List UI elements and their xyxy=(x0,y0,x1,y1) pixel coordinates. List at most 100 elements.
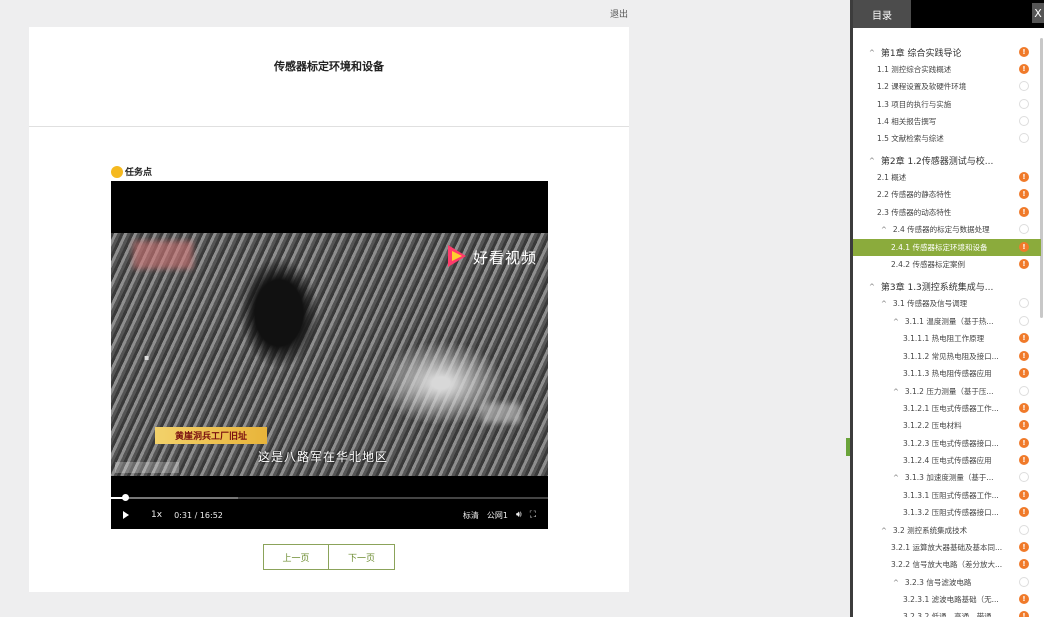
collapse-caret-icon[interactable]: ^ xyxy=(869,157,875,165)
toc-item[interactable]: 1.1 测控综合实践概述 xyxy=(877,61,1041,78)
play-icon[interactable] xyxy=(123,511,129,519)
toc-item-label: 3.1.3 加速度测量（基于... xyxy=(904,473,994,482)
tab-toc[interactable]: 目录 xyxy=(853,0,911,28)
prev-page-button[interactable]: 上一页 xyxy=(263,544,329,570)
toc-item-label: 3.1.1.1 热电阻工作原理 xyxy=(903,334,985,343)
toc-item[interactable]: 1.2 课程设置及软硬件环境 xyxy=(877,78,1041,95)
progress-buffered xyxy=(111,497,238,499)
video-player[interactable]: ▪ 好看视频 黄崖洞兵工厂旧址 这是八路军在华北地区 1x 0:31 / 16:… xyxy=(111,181,548,529)
collapse-caret-icon[interactable]: ^ xyxy=(881,300,887,308)
toc-item[interactable]: 1.4 相关报告撰写 xyxy=(877,113,1041,130)
toc-item-label: 3.1.2.1 压电式传感器工作... xyxy=(903,404,999,413)
collapse-caret-icon[interactable]: ^ xyxy=(869,283,875,291)
status-circle-icon xyxy=(1019,472,1029,482)
task-pending-icon: ! xyxy=(1019,559,1029,569)
location-caption: 黄崖洞兵工厂旧址 xyxy=(155,427,268,444)
current-time: 0:31 xyxy=(174,510,193,520)
toc-section[interactable]: ^ 3.1 传感器及信号调理 xyxy=(881,295,1041,312)
next-page-button[interactable]: 下一页 xyxy=(329,544,395,570)
video-logo-text: 好看视频 xyxy=(473,249,538,267)
task-pending-icon: ! xyxy=(1019,207,1029,217)
status-circle-icon xyxy=(1019,577,1029,587)
toc-item[interactable]: 2.1 概述 xyxy=(877,169,1041,186)
duration: 16:52 xyxy=(199,510,223,520)
toc-item-label: 3.1.3.2 压阻式传感器接口... xyxy=(903,508,999,517)
task-pending-icon: ! xyxy=(1019,490,1029,500)
toc-item[interactable]: 2.2 传感器的静态特性 xyxy=(877,186,1041,203)
toc-chapter[interactable]: ^ 第2章 1.2传感器测试与校... xyxy=(869,152,1041,169)
toc-item-label: 第3章 1.3测控系统集成与... xyxy=(880,283,994,293)
task-pending-icon: ! xyxy=(1019,403,1029,413)
task-point-text: 任务点 xyxy=(125,168,153,178)
player-controls: 1x 0:31 / 16:52 标清 公网1 🔊︎ ⛶ xyxy=(111,506,548,524)
task-pending-icon: ! xyxy=(1019,368,1029,378)
toc-item[interactable]: 1.5 文献检索与综述 xyxy=(877,130,1041,147)
task-pending-icon: ! xyxy=(1019,189,1029,199)
blurred-watermark xyxy=(481,403,521,423)
video-subtitle: 这是八路军在华北地区 xyxy=(258,450,389,464)
volume-icon[interactable]: 🔊︎ xyxy=(516,510,522,520)
toc-chapter[interactable]: ^ 第3章 1.3测控系统集成与... xyxy=(869,278,1041,295)
toc-item-label: 2.1 概述 xyxy=(877,173,907,182)
toc-item[interactable]: 2.3 传感器的动态特性 xyxy=(877,204,1041,221)
task-pending-icon: ! xyxy=(1019,438,1029,448)
toc-section[interactable]: ^ 3.2 测控系统集成技术 xyxy=(881,522,1041,539)
channel-bug xyxy=(115,462,179,473)
toc-item-label: 3.1.1.3 热电阻传感器应用 xyxy=(903,369,992,378)
task-pending-icon: ! xyxy=(1019,259,1029,269)
collapse-caret-icon[interactable]: ^ xyxy=(893,318,899,326)
toc-header: 目录 X xyxy=(853,0,1044,28)
toc-item-label: 3.1.2.4 压电式传感器应用 xyxy=(903,456,992,465)
quality-button[interactable]: 标清 xyxy=(463,510,479,521)
task-pending-icon: ! xyxy=(1019,420,1029,430)
task-pending-icon: ! xyxy=(1019,507,1029,517)
collapse-caret-icon[interactable]: ^ xyxy=(893,474,899,482)
video-frame[interactable]: ▪ 好看视频 黄崖洞兵工厂旧址 这是八路军在华北地区 xyxy=(111,233,548,476)
toc-item-label: 第1章 综合实践导论 xyxy=(880,49,962,59)
toc-item-label: 3.1.1 温度测量（基于热... xyxy=(904,317,994,326)
fullscreen-icon[interactable]: ⛶ xyxy=(530,510,536,520)
collapse-caret-icon[interactable]: ^ xyxy=(881,226,887,234)
channel-vertical-text: ▪ xyxy=(144,353,150,362)
status-circle-icon xyxy=(1019,525,1029,535)
toc-item-label: 3.1.3.1 压阻式传感器工作... xyxy=(903,491,999,500)
blurred-watermark xyxy=(133,241,193,269)
exit-link[interactable]: 退出 xyxy=(610,7,628,20)
progress-bar[interactable] xyxy=(111,494,548,501)
toc-item-label: 2.4.1 传感器标定环境和设备 xyxy=(891,243,988,252)
toc-item-label: 3.2.3.1 滤波电路基础（无... xyxy=(903,595,999,604)
task-pending-icon: ! xyxy=(1019,47,1029,57)
toc-item-label: 1.3 项目的执行与实施 xyxy=(877,100,952,109)
toc-chapter[interactable]: ^ 第1章 综合实践导论 xyxy=(869,44,1041,61)
playback-rate-button[interactable]: 1x xyxy=(151,510,162,520)
collapse-caret-icon[interactable]: ^ xyxy=(893,388,899,396)
toc-item-label: 3.1.2.3 压电式传感器接口... xyxy=(903,439,999,448)
toc-item-label: 1.2 课程设置及软硬件环境 xyxy=(877,82,967,91)
collapse-caret-icon[interactable]: ^ xyxy=(881,527,887,535)
collapse-caret-icon[interactable]: ^ xyxy=(869,49,875,57)
task-pending-icon: ! xyxy=(1019,542,1029,552)
task-pending-icon: ! xyxy=(1019,172,1029,182)
toc-item-label: 3.1.1.2 常见热电阻及接口... xyxy=(903,352,999,361)
progress-handle[interactable] xyxy=(121,494,129,501)
toc-section[interactable]: ^ 2.4 传感器的标定与数据处理 xyxy=(881,221,1041,238)
toc-item-label: 1.4 相关报告撰写 xyxy=(877,117,937,126)
pager: 上一页 下一页 xyxy=(263,544,395,570)
toc-item-label: 2.4.2 传感器标定案例 xyxy=(891,260,965,269)
toc-item-label: 3.1 传感器及信号调理 xyxy=(892,299,968,308)
toc-item-label: 2.4 传感器的标定与数据处理 xyxy=(892,225,990,234)
toc-item[interactable]: 2.4.1 传感器标定环境和设备 xyxy=(853,239,1041,256)
task-pending-icon: ! xyxy=(1019,611,1029,617)
task-point-label: 任务点 xyxy=(111,165,152,178)
task-pending-icon: ! xyxy=(1019,242,1029,252)
collapse-caret-icon[interactable]: ^ xyxy=(893,579,899,587)
toc-item[interactable]: 1.3 项目的执行与实施 xyxy=(877,96,1041,113)
toc-item-label: 2.2 传感器的静态特性 xyxy=(877,190,952,199)
page-title: 传感器标定环境和设备 xyxy=(274,60,384,73)
toc-item-label: 3.2 测控系统集成技术 xyxy=(892,526,968,535)
status-circle-icon xyxy=(1019,386,1029,396)
close-icon[interactable]: X xyxy=(1032,3,1044,23)
status-circle-icon xyxy=(1019,99,1029,109)
line-button[interactable]: 公网1 xyxy=(487,510,508,521)
toc-item-label: 1.1 测控综合实践概述 xyxy=(877,65,952,74)
